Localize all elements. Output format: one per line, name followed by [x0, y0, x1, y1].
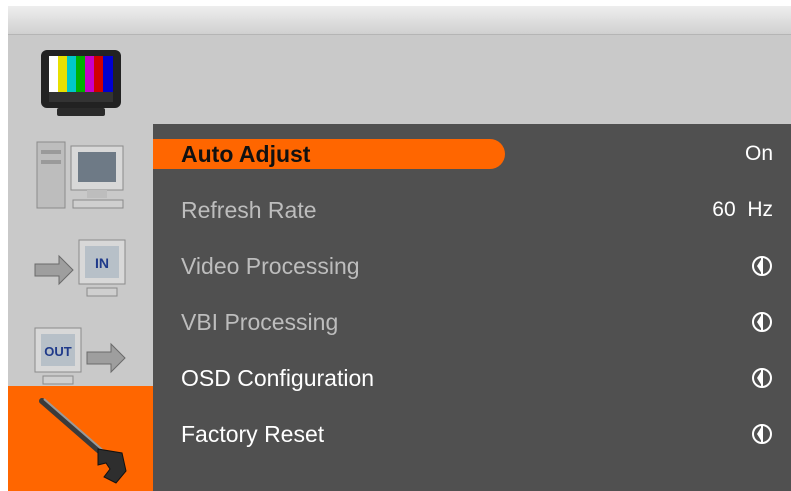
menu-item-label: Video Processing [181, 252, 360, 279]
menu-item-label: Refresh Rate [181, 196, 317, 223]
sidebar-item-tools[interactable] [8, 386, 153, 491]
menu-item-label: Factory Reset [181, 420, 325, 447]
menu-item-video-processing[interactable]: Video Processing [153, 246, 791, 286]
sidebar-item-input[interactable]: IN [8, 222, 153, 318]
computer-monitor-icon [36, 141, 123, 209]
input-icon-text: IN [95, 255, 109, 271]
color-bars-tv-icon [40, 50, 121, 116]
menu-item-osd-configuration[interactable]: OSD Configuration [153, 358, 791, 398]
output-arrow-icon: OUT [34, 327, 126, 385]
enter-submenu-icon [751, 311, 773, 333]
enter-submenu-icon [751, 423, 773, 445]
menu-item-label: Auto Adjust [181, 140, 311, 167]
output-icon-text: OUT [44, 344, 72, 359]
enter-submenu-icon [751, 255, 773, 277]
menu-item-value: On [744, 142, 773, 165]
menu-panel: Auto Adjust On Refresh Rate 60 Hz Video … [153, 124, 791, 491]
wrench-icon [38, 397, 127, 484]
sidebar: IN OUT [8, 36, 153, 491]
menu-item-refresh-rate[interactable]: Refresh Rate 60 Hz [153, 190, 791, 230]
menu-item-auto-adjust[interactable]: Auto Adjust On [153, 134, 791, 174]
menu-item-factory-reset[interactable]: Factory Reset [153, 414, 791, 454]
input-arrow-icon: IN [34, 239, 125, 297]
menu-item-value: 60 Hz [712, 198, 773, 221]
enter-submenu-icon [751, 367, 773, 389]
sidebar-item-computer[interactable] [8, 128, 153, 224]
menu-item-label: OSD Configuration [181, 364, 375, 391]
sidebar-item-picture[interactable] [8, 36, 153, 132]
osd-frame: IN OUT Auto Adjust On Refresh Rate 60 Hz… [8, 6, 791, 491]
top-bar [8, 6, 791, 35]
menu-item-label: VBI Processing [181, 308, 339, 335]
menu-item-vbi-processing[interactable]: VBI Processing [153, 302, 791, 342]
